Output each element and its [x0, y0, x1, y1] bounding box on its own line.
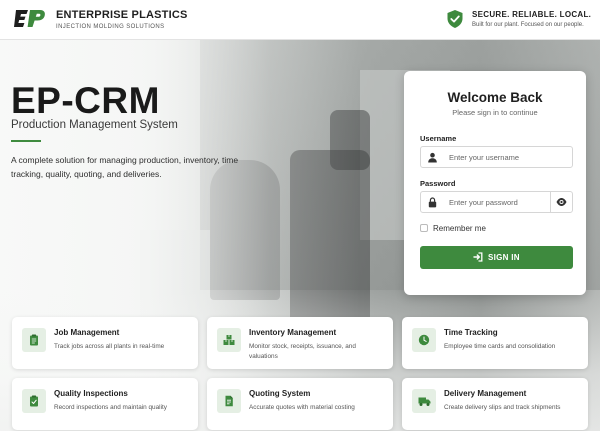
feature-description: Create delivery slips and track shipment…: [444, 404, 561, 411]
brand-tagline: INJECTION MOLDING SOLUTIONS: [56, 24, 165, 30]
feature-card-time-tracking: Time Tracking Employee time cards and co…: [402, 317, 588, 369]
login-card: Welcome Back Please sign in to continue …: [404, 71, 586, 295]
sign-in-button[interactable]: SIGN IN: [420, 246, 573, 269]
feature-title: Quality Inspections: [54, 389, 128, 398]
feature-title: Quoting System: [249, 389, 311, 398]
feature-card-quoting-system: Quoting System Accurate quotes with mate…: [207, 378, 393, 430]
top-header: ENTERPRISE PLASTICS INJECTION MOLDING SO…: [0, 0, 600, 40]
username-field-wrapper: [420, 146, 573, 168]
lock-icon: [428, 197, 437, 208]
secure-title: SECURE. RELIABLE. LOCAL.: [472, 10, 592, 19]
sign-in-icon: [473, 252, 483, 262]
feature-title: Time Tracking: [444, 328, 498, 337]
eye-icon: [556, 198, 567, 206]
truck-icon: [418, 397, 431, 406]
invoice-icon: [225, 395, 233, 407]
shield-check-icon: [447, 10, 463, 28]
login-subtitle: Please sign in to continue: [452, 108, 538, 117]
feature-description: Track jobs across all plants in real-tim…: [54, 343, 165, 350]
feature-card-job-management: Job Management Track jobs across all pla…: [12, 317, 198, 369]
feature-description: Employee time cards and consolidation: [444, 343, 556, 350]
feature-card-delivery-management: Delivery Management Create delivery slip…: [402, 378, 588, 430]
sign-in-label: SIGN IN: [488, 253, 520, 262]
hero-title: EP-CRM: [11, 80, 160, 121]
hero-divider: [11, 140, 41, 142]
boxes-icon: [223, 335, 235, 345]
username-label: Username: [420, 134, 457, 143]
password-input[interactable]: [449, 192, 559, 212]
feature-description: Accurate quotes with material costing: [249, 404, 355, 411]
feature-title: Inventory Management: [249, 328, 337, 337]
hero-subtitle: Production Management System: [11, 119, 178, 131]
clipboard-check-icon: [30, 395, 38, 407]
secure-subtitle: Built for our plant. Focused on our peop…: [472, 22, 584, 28]
feature-card-inventory-management: Inventory Management Monitor stock, rece…: [207, 317, 393, 369]
hero-description: A complete solution for managing product…: [11, 155, 239, 179]
clock-icon: [418, 334, 430, 346]
remember-checkbox[interactable]: [420, 224, 428, 232]
password-field-wrapper: [420, 191, 573, 213]
clipboard-icon: [30, 334, 38, 346]
user-icon: [428, 152, 437, 163]
feature-title: Job Management: [54, 328, 120, 337]
feature-description: Monitor stock, receipts, issuance, and v…: [249, 343, 356, 360]
feature-card-quality-inspections: Quality Inspections Record inspections a…: [12, 378, 198, 430]
remember-label: Remember me: [433, 224, 486, 233]
username-input[interactable]: [449, 147, 559, 167]
feature-title: Delivery Management: [444, 389, 527, 398]
ep-logo-icon: [14, 10, 45, 27]
password-label: Password: [420, 179, 456, 188]
brand-name: ENTERPRISE PLASTICS: [56, 9, 188, 21]
toggle-password-button[interactable]: [550, 192, 572, 212]
login-title: Welcome Back: [447, 90, 543, 105]
feature-description: Record inspections and maintain quality: [54, 404, 167, 411]
